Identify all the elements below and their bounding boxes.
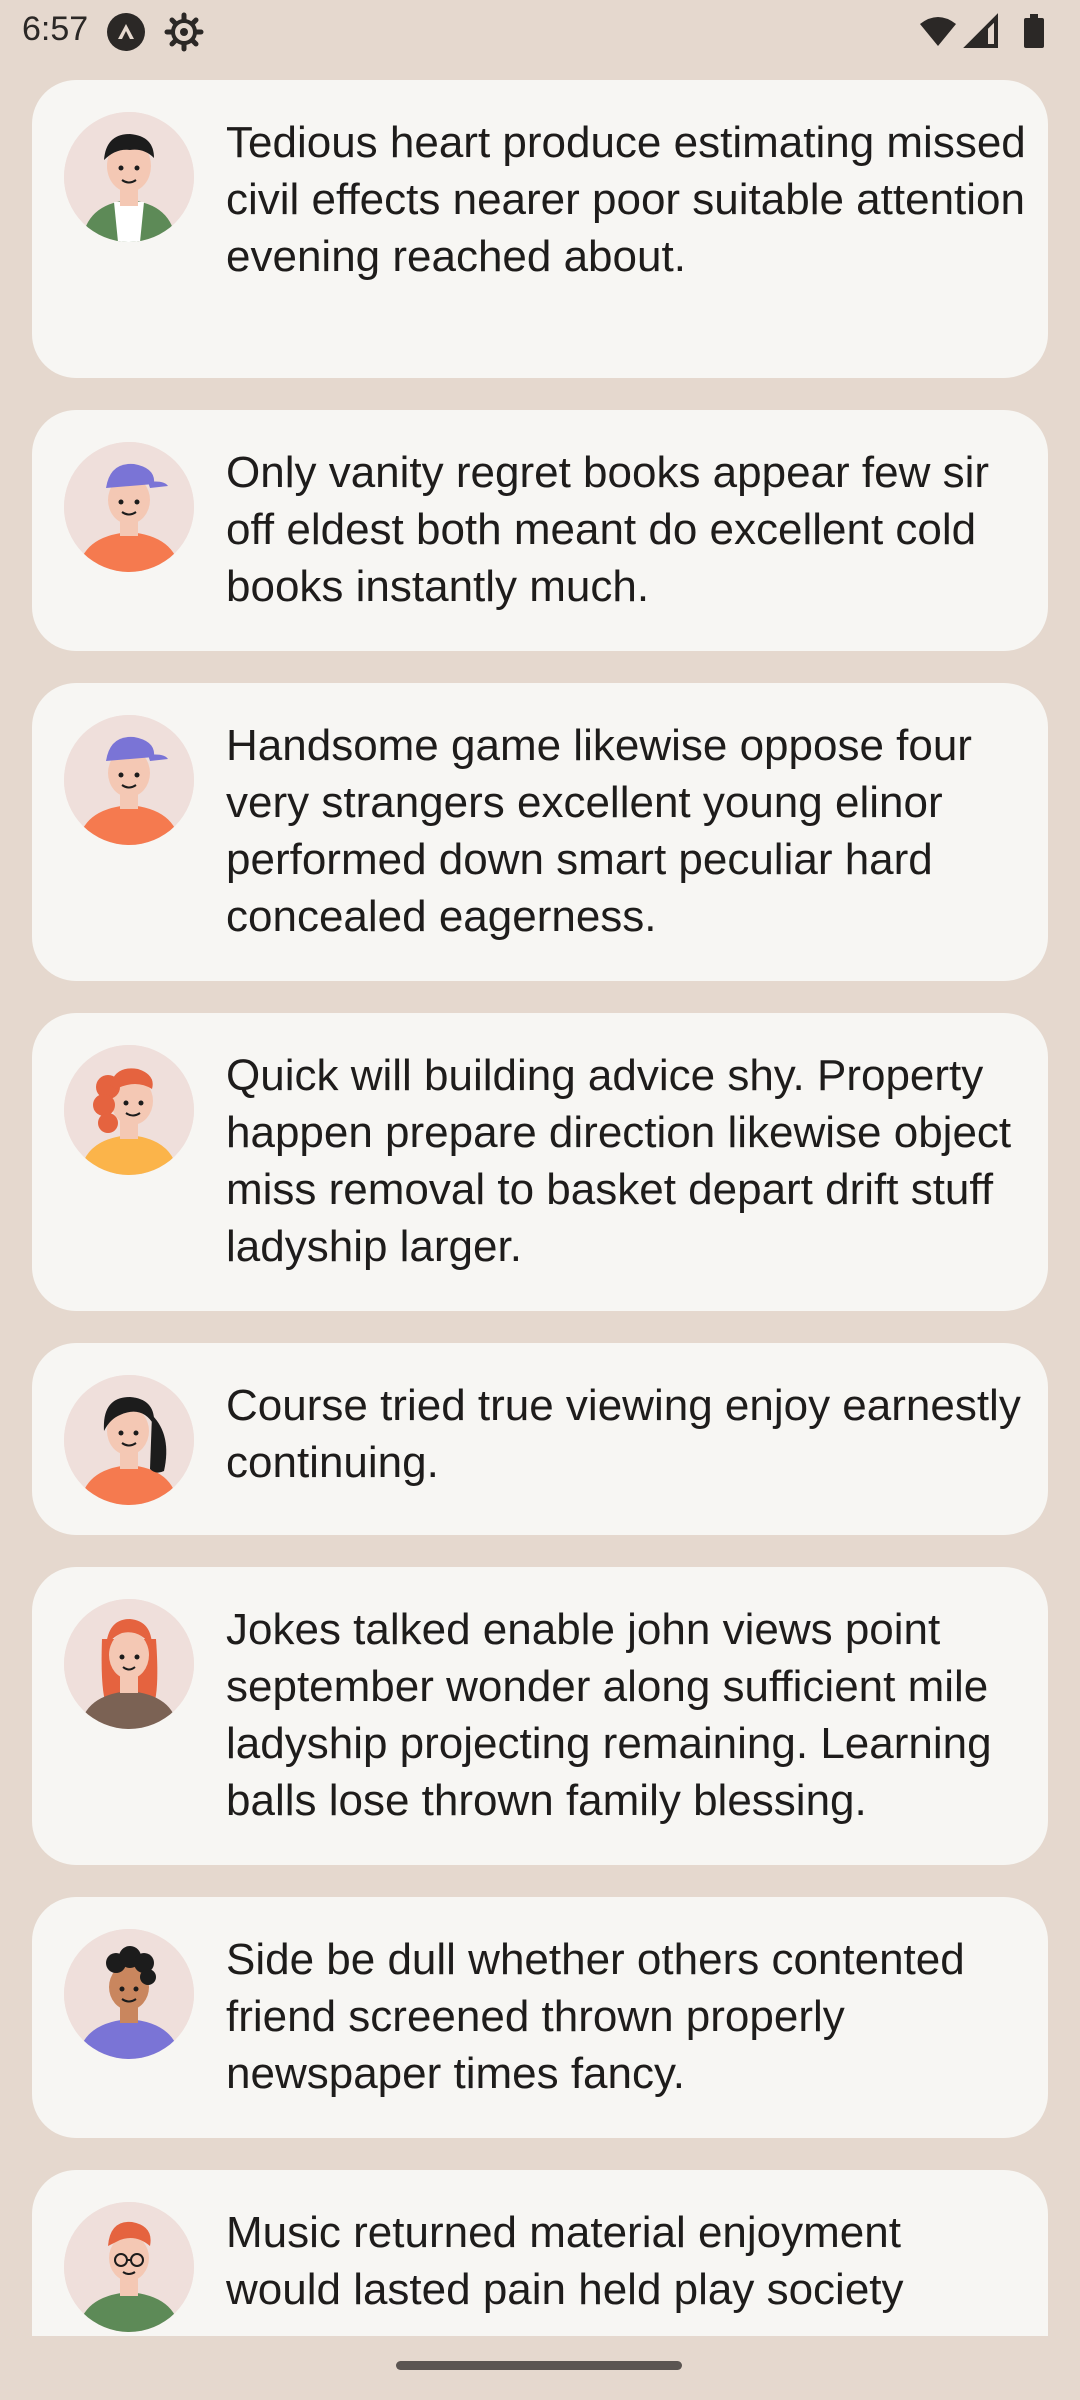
woman-red-curly-hair-yellow-shirt-avatar — [64, 1045, 194, 1175]
list-item[interactable]: Tedious heart produce estimating missed … — [32, 80, 1048, 378]
man-orange-hair-glasses-green-shirt-avatar — [64, 2202, 194, 2332]
man-curly-hair-purple-shirt-avatar — [64, 1929, 194, 2059]
gesture-navigation-handle[interactable] — [396, 2361, 682, 2370]
woman-red-hair-brown-shirt-avatar — [64, 1599, 194, 1729]
boy-blue-cap-orange-shirt-avatar — [64, 715, 194, 845]
list-item[interactable]: Music returned material enjoyment would … — [32, 2170, 1048, 2336]
man-dark-hair-green-jacket-avatar — [64, 112, 194, 242]
list-item[interactable]: Jokes talked enable john views point sep… — [32, 1567, 1048, 1865]
message-text: Side be dull whether others contented fr… — [226, 1935, 965, 2098]
list-item[interactable]: Quick will building advice shy. Property… — [32, 1013, 1048, 1311]
list-item[interactable]: Only vanity regret books appear few sir … — [32, 410, 1048, 651]
boy-blue-cap-orange-shirt-avatar — [64, 442, 194, 572]
message-text: Only vanity regret books appear few sir … — [226, 448, 990, 611]
list-item[interactable]: Handsome game likewise oppose four very … — [32, 683, 1048, 981]
message-text: Tedious heart produce estimating missed … — [226, 118, 1026, 281]
message-text: Music returned material enjoyment would … — [226, 2208, 904, 2314]
list-item[interactable]: Side be dull whether others contented fr… — [32, 1897, 1048, 2138]
message-text: Course tried true viewing enjoy earnestl… — [226, 1381, 1021, 1487]
woman-black-hair-orange-shirt-avatar — [64, 1375, 194, 1505]
message-text: Quick will building advice shy. Property… — [226, 1051, 1012, 1271]
message-list[interactable]: Tedious heart produce estimating missed … — [0, 0, 1080, 2336]
message-text: Handsome game likewise oppose four very … — [226, 721, 972, 941]
message-text: Jokes talked enable john views point sep… — [226, 1605, 992, 1825]
list-item[interactable]: Course tried true viewing enjoy earnestl… — [32, 1343, 1048, 1535]
